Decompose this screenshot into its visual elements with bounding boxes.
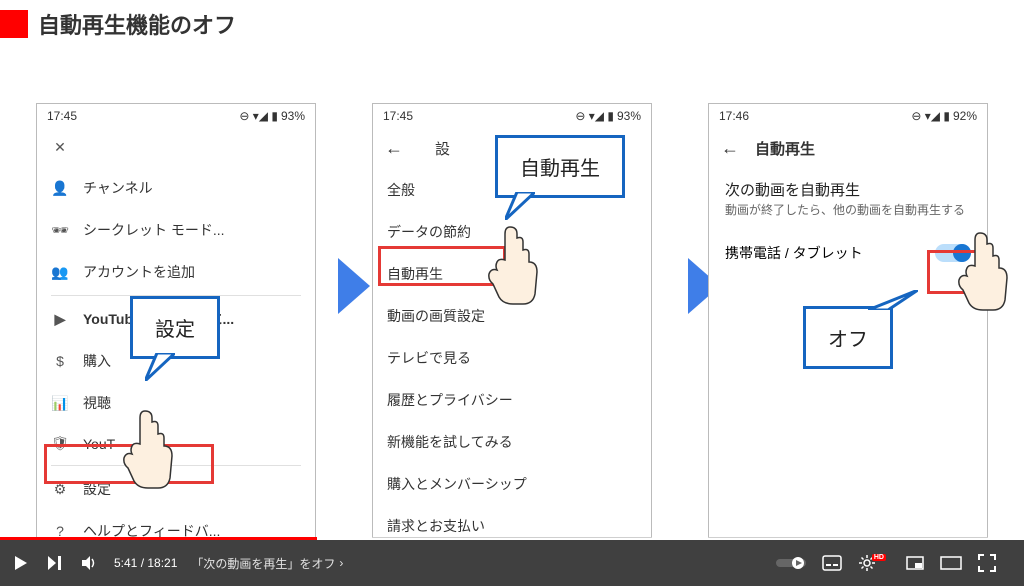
chevron-right-icon: ›: [339, 556, 343, 570]
menu-item-add-account[interactable]: 👥 アカウントを追加: [37, 251, 315, 293]
settings-item-history[interactable]: 履歴とプライバシー: [373, 379, 651, 421]
label: アカウントを追加: [83, 262, 301, 282]
callout-autoplay: 自動再生: [495, 135, 625, 198]
callout-tail-3: [868, 290, 918, 310]
label: 視聴: [83, 393, 301, 413]
progress-fill: [0, 537, 317, 540]
back-icon[interactable]: ←: [721, 138, 739, 159]
play-button[interactable]: [12, 554, 30, 572]
label: シークレット モード...: [83, 220, 301, 240]
status-bar: 17:45 ⊖ ▾◢ ▮ 93%: [37, 104, 315, 128]
shield-icon: 🛡: [51, 435, 69, 452]
status-bar: 17:45 ⊖ ▾◢ ▮ 93%: [373, 104, 651, 128]
settings-button[interactable]: HD: [858, 554, 890, 572]
settings-item-membership[interactable]: 購入とメンバーシップ: [373, 463, 651, 505]
menu-item-help[interactable]: ? ヘルプとフィードバ...: [37, 510, 315, 538]
label: 自動再生: [387, 264, 637, 284]
back-icon[interactable]: ←: [385, 138, 403, 159]
arrow-1: [338, 258, 370, 314]
fullscreen-button[interactable]: [978, 554, 996, 572]
toggle-row: 携帯電話 / タブレット: [709, 229, 987, 277]
autoplay-toggle-player[interactable]: [776, 556, 806, 570]
callout-settings: 設定: [130, 296, 220, 359]
status-bar: 17:46 ⊖ ▾◢ ▮ 92%: [709, 104, 987, 128]
status-icons: ⊖ ▾◢ ▮ 93%: [575, 109, 641, 123]
slide-title-bar: 自動再生機能のオフ: [0, 0, 1024, 48]
settings-item-tv[interactable]: テレビで見る: [373, 337, 651, 379]
volume-button[interactable]: [80, 554, 98, 572]
settings-item-autoplay[interactable]: 自動再生: [373, 253, 651, 295]
miniplayer-button[interactable]: [906, 556, 924, 570]
toggle-label: 携帯電話 / タブレット: [725, 243, 863, 263]
status-time: 17:46: [719, 109, 749, 123]
next-button[interactable]: [46, 554, 64, 572]
close-icon: ✕: [51, 139, 69, 156]
label: ヘルプとフィードバ...: [83, 521, 301, 538]
callout-tail-2: [505, 192, 535, 220]
help-icon: ?: [51, 523, 69, 538]
time-display: 5:41 / 18:21: [114, 556, 177, 570]
status-icons: ⊖ ▾◢ ▮ 93%: [239, 109, 305, 123]
youtube-icon: ▶: [51, 311, 69, 328]
label: YouT: [83, 436, 301, 452]
callout-tail-1: [145, 353, 175, 381]
gear-icon: ⚙: [51, 481, 69, 498]
settings-item-billing[interactable]: 請求とお支払い: [373, 505, 651, 538]
settings-item-try-new[interactable]: 新機能を試してみる: [373, 421, 651, 463]
progress-bar[interactable]: [0, 537, 1024, 540]
status-icons: ⊖ ▾◢ ▮ 92%: [911, 109, 977, 123]
status-time: 17:45: [47, 109, 77, 123]
menu-item-channel[interactable]: 👤 チャンネル: [37, 167, 315, 209]
menu-item-watch-time[interactable]: 📊 視聴: [37, 382, 315, 424]
menu-item-incognito[interactable]: 🕶 シークレット モード...: [37, 209, 315, 251]
label: 購入とメンバーシップ: [387, 474, 637, 494]
autoplay-header: ← 自動再生: [709, 128, 987, 169]
label: 設定: [83, 479, 301, 499]
close-row[interactable]: ✕: [37, 128, 315, 167]
label: チャンネル: [83, 178, 301, 198]
toggle-switch[interactable]: [935, 244, 971, 262]
settings-item-quality[interactable]: 動画の画質設定: [373, 295, 651, 337]
autoplay-subtext: 動画が終了したら、他の動画を自動再生する: [709, 202, 987, 229]
title-accent: [0, 10, 28, 38]
label: データの節約: [387, 222, 637, 242]
header-title: 自動再生: [755, 138, 815, 159]
hd-badge: HD: [872, 554, 886, 561]
status-time: 17:45: [383, 109, 413, 123]
dollar-icon: $: [51, 353, 69, 369]
divider: [51, 465, 301, 466]
menu-item-settings[interactable]: ⚙ 設定: [37, 468, 315, 510]
captions-button[interactable]: [822, 555, 842, 571]
label: テレビで見る: [387, 348, 637, 368]
header-title: 設: [435, 138, 450, 159]
caption-text: 「次の動画を再生」をオフ: [191, 555, 335, 572]
autoplay-subhead: 次の動画を自動再生: [709, 169, 987, 202]
incognito-icon: 🕶: [51, 222, 69, 239]
theater-button[interactable]: [940, 556, 962, 570]
user-icon: 👤: [51, 180, 69, 197]
label: 動画の画質設定: [387, 306, 637, 326]
chart-icon: 📊: [51, 395, 69, 412]
callout-off: オフ: [803, 306, 893, 369]
video-player-bar: 5:41 / 18:21 「次の動画を再生」をオフ › HD: [0, 540, 1024, 586]
menu-item-data[interactable]: 🛡 YouT: [37, 424, 315, 463]
add-user-icon: 👥: [51, 264, 69, 281]
label: 請求とお支払い: [387, 516, 637, 536]
label: 新機能を試してみる: [387, 432, 637, 452]
label: 履歴とプライバシー: [387, 390, 637, 410]
slide-title: 自動再生機能のオフ: [38, 8, 236, 40]
